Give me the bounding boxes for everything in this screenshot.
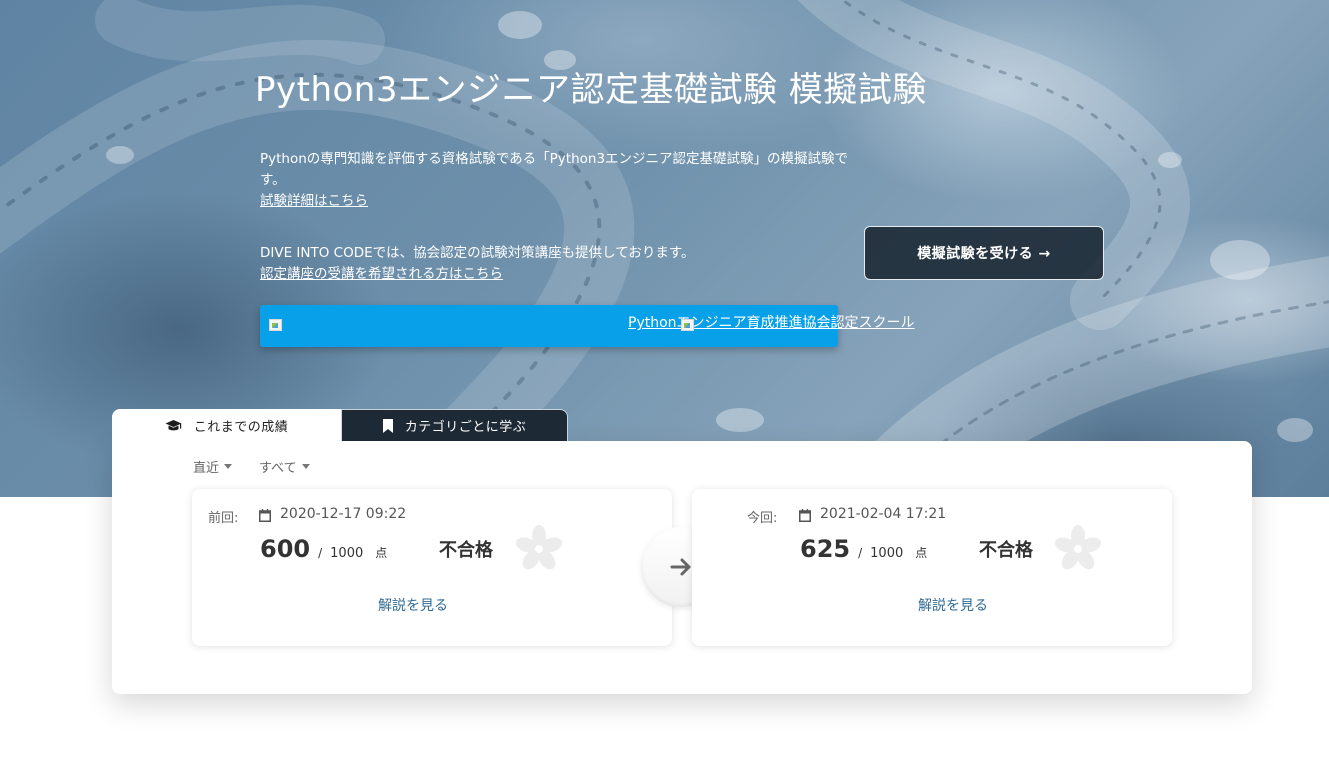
current-result-card: 今回: 2021-02-04 17:21 625 / 1000 点 不合格 解説… [692,489,1172,646]
current-score: 625 [800,535,851,563]
previous-score-line: 600 / 1000 点 [260,535,387,563]
page-title: Python3エンジニア認定基礎試験 模擬試験 [255,70,927,110]
take-mock-exam-button[interactable]: 模擬試験を受ける → [864,226,1104,280]
course-description-text: DIVE INTO CODEでは、協会認定の試験対策講座も提供しております。 [260,245,695,261]
current-explanation-link[interactable]: 解説を見る [918,595,988,615]
current-result-status: 不合格 [979,540,1033,561]
tab-learn-by-category[interactable]: カテゴリごとに学ぶ [341,409,568,441]
category-filter-dropdown[interactable]: すべて [259,457,310,476]
calendar-icon [259,507,271,526]
broken-image-icon [681,319,694,331]
previous-result-status: 不合格 [439,540,493,561]
certified-school-banner[interactable]: Pythonエンジニア育成推進協会認定スクール [260,305,915,347]
category-filter-value: すべて [259,461,297,476]
tab-learn-by-category-label: カテゴリごとに学ぶ [404,420,527,435]
caret-down-icon [224,464,233,469]
exam-details-link[interactable]: 試験詳細はこちら [260,193,368,209]
graduation-cap-icon [165,419,182,432]
current-exam-date: 2021-02-04 17:21 [820,506,947,522]
course-application-link[interactable]: 認定講座の受講を希望される方はこちら [260,266,503,282]
previous-score: 600 [260,535,311,563]
broken-image-icon [269,319,282,331]
period-filter-dropdown[interactable]: 直近 [193,457,233,476]
exam-description-block: Pythonの専門知識を評価する資格試験である「Python3エンジニア認定基礎… [260,149,860,212]
calendar-icon [799,507,811,526]
tab-score-history[interactable]: これまでの成績 [112,409,341,441]
current-label: 今回: [747,511,778,526]
arrow-right-icon [670,557,692,581]
sakura-icon [514,524,564,578]
score-unit: 点 [375,546,388,560]
caret-down-icon [301,464,310,469]
score-separator: / [858,546,863,560]
previous-exam-date: 2020-12-17 09:22 [280,506,407,522]
exam-description-text: Pythonの専門知識を評価する資格試験である「Python3エンジニア認定基礎… [260,151,849,188]
current-score-line: 625 / 1000 点 [800,535,927,563]
sakura-icon [1053,524,1103,578]
tab-score-history-label: これまでの成績 [193,419,289,435]
previous-explanation-link[interactable]: 解説を見る [378,595,448,615]
course-description-block: DIVE INTO CODEでは、協会認定の試験対策講座も提供しております。 認… [260,243,860,285]
bookmark-icon [382,418,393,433]
period-filter-value: 直近 [193,461,220,476]
previous-label: 前回: [208,511,239,526]
previous-result-card: 前回: 2020-12-17 09:22 600 / 1000 点 不合格 解説… [192,489,672,646]
certified-school-link[interactable]: Pythonエンジニア育成推進協会認定スクール [628,312,915,332]
current-max-score: 1000 [870,546,904,561]
score-unit: 点 [915,546,928,560]
previous-max-score: 1000 [330,546,364,561]
score-separator: / [318,546,323,560]
